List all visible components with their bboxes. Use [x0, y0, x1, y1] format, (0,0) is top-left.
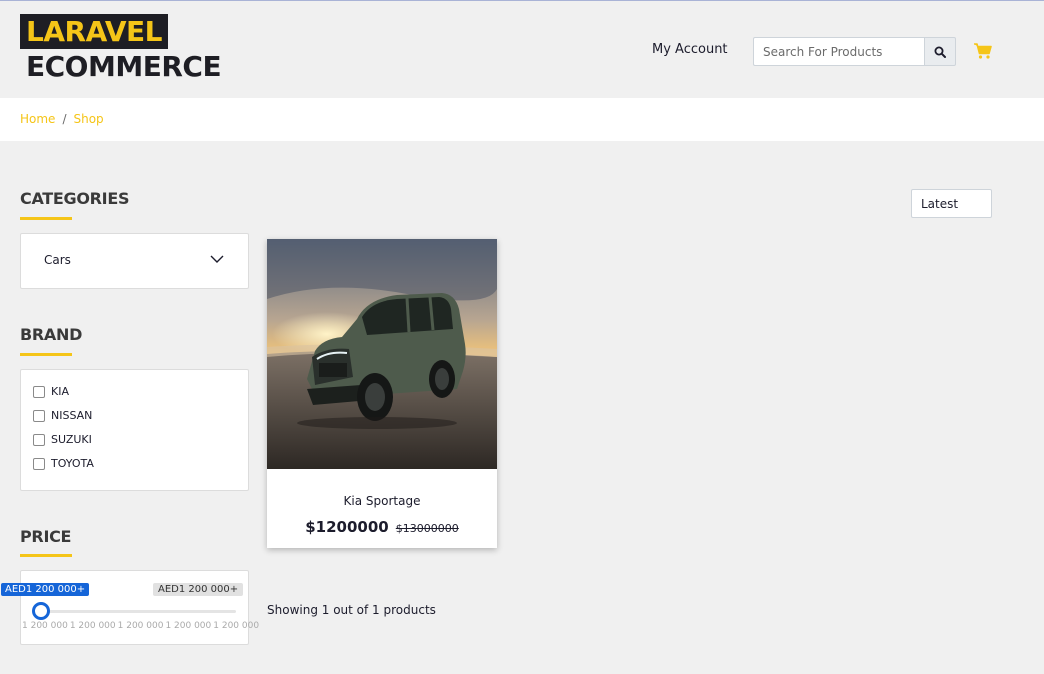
- search-button[interactable]: [924, 37, 956, 66]
- product-image[interactable]: [267, 239, 497, 469]
- category-dropdown[interactable]: Cars: [20, 233, 249, 289]
- brand-option-toyota[interactable]: TOYOTA: [33, 457, 94, 470]
- search-input[interactable]: [753, 37, 924, 66]
- price-filter-panel: [20, 570, 249, 645]
- logo-top-text: LARAVEL: [20, 14, 168, 49]
- product-price: $1200000: [305, 518, 389, 536]
- price-underline: [20, 554, 72, 557]
- cart-button[interactable]: [973, 41, 993, 61]
- brand-label: KIA: [51, 385, 69, 398]
- price-slider-track[interactable]: [41, 610, 236, 613]
- brand-underline: [20, 353, 72, 356]
- price-tick: 1 200 000: [69, 621, 116, 631]
- product-price-row: $1200000 $13000000: [267, 517, 497, 536]
- brand-label: TOYOTA: [51, 457, 94, 470]
- cart-icon: [974, 43, 992, 59]
- my-account-link[interactable]: My Account: [652, 42, 728, 57]
- sort-select[interactable]: Latest: [911, 189, 992, 218]
- chevron-down-icon: [210, 255, 224, 263]
- results-count: Showing 1 out of 1 products: [267, 603, 436, 617]
- price-max-label: AED1 200 000+: [153, 583, 244, 596]
- price-min-label: AED1 200 000+: [1, 583, 90, 596]
- breadcrumb-bar: Home / Shop: [0, 98, 1044, 141]
- brand-option-kia[interactable]: KIA: [33, 385, 69, 398]
- price-tick: 1 200 000: [213, 621, 260, 631]
- brand-label: SUZUKI: [51, 433, 92, 446]
- breadcrumb-home[interactable]: Home: [20, 112, 55, 126]
- brand-option-suzuki[interactable]: SUZUKI: [33, 433, 92, 446]
- price-tick: 1 200 000: [22, 621, 68, 631]
- brand-checkbox[interactable]: [33, 409, 45, 422]
- breadcrumb: Home / Shop: [20, 112, 104, 126]
- price-title: PRICE: [20, 527, 72, 546]
- search-icon: [934, 46, 946, 58]
- brand-checkbox[interactable]: [33, 457, 45, 470]
- breadcrumb-separator: /: [62, 112, 67, 126]
- breadcrumb-shop[interactable]: Shop: [73, 112, 103, 126]
- category-label: Cars: [44, 253, 71, 267]
- brand-checkbox[interactable]: [33, 433, 45, 446]
- brand-label: NISSAN: [51, 409, 93, 422]
- brand-checkbox[interactable]: [33, 385, 45, 398]
- product-card[interactable]: Kia Sportage $1200000 $13000000: [267, 239, 497, 548]
- brand-filter-panel: KIA NISSAN SUZUKI TOYOTA: [20, 369, 249, 491]
- product-old-price: $13000000: [395, 522, 459, 535]
- price-tick: 1 200 000: [117, 621, 164, 631]
- price-slider-ticks: 1 200 000 1 200 000 1 200 000 1 200 000 …: [22, 621, 259, 631]
- site-logo[interactable]: LARAVEL ECOMMERCE: [20, 14, 222, 85]
- search-form: [753, 37, 956, 66]
- logo-bottom-text: ECOMMERCE: [26, 50, 222, 83]
- brand-option-nissan[interactable]: NISSAN: [33, 409, 92, 422]
- price-tick: 1 200 000: [165, 621, 212, 631]
- categories-title: CATEGORIES: [20, 189, 130, 208]
- categories-underline: [20, 217, 72, 220]
- product-image-suv: [267, 239, 497, 469]
- brand-title: BRAND: [20, 325, 83, 344]
- product-name[interactable]: Kia Sportage: [267, 494, 497, 508]
- price-slider-handle[interactable]: [32, 602, 50, 620]
